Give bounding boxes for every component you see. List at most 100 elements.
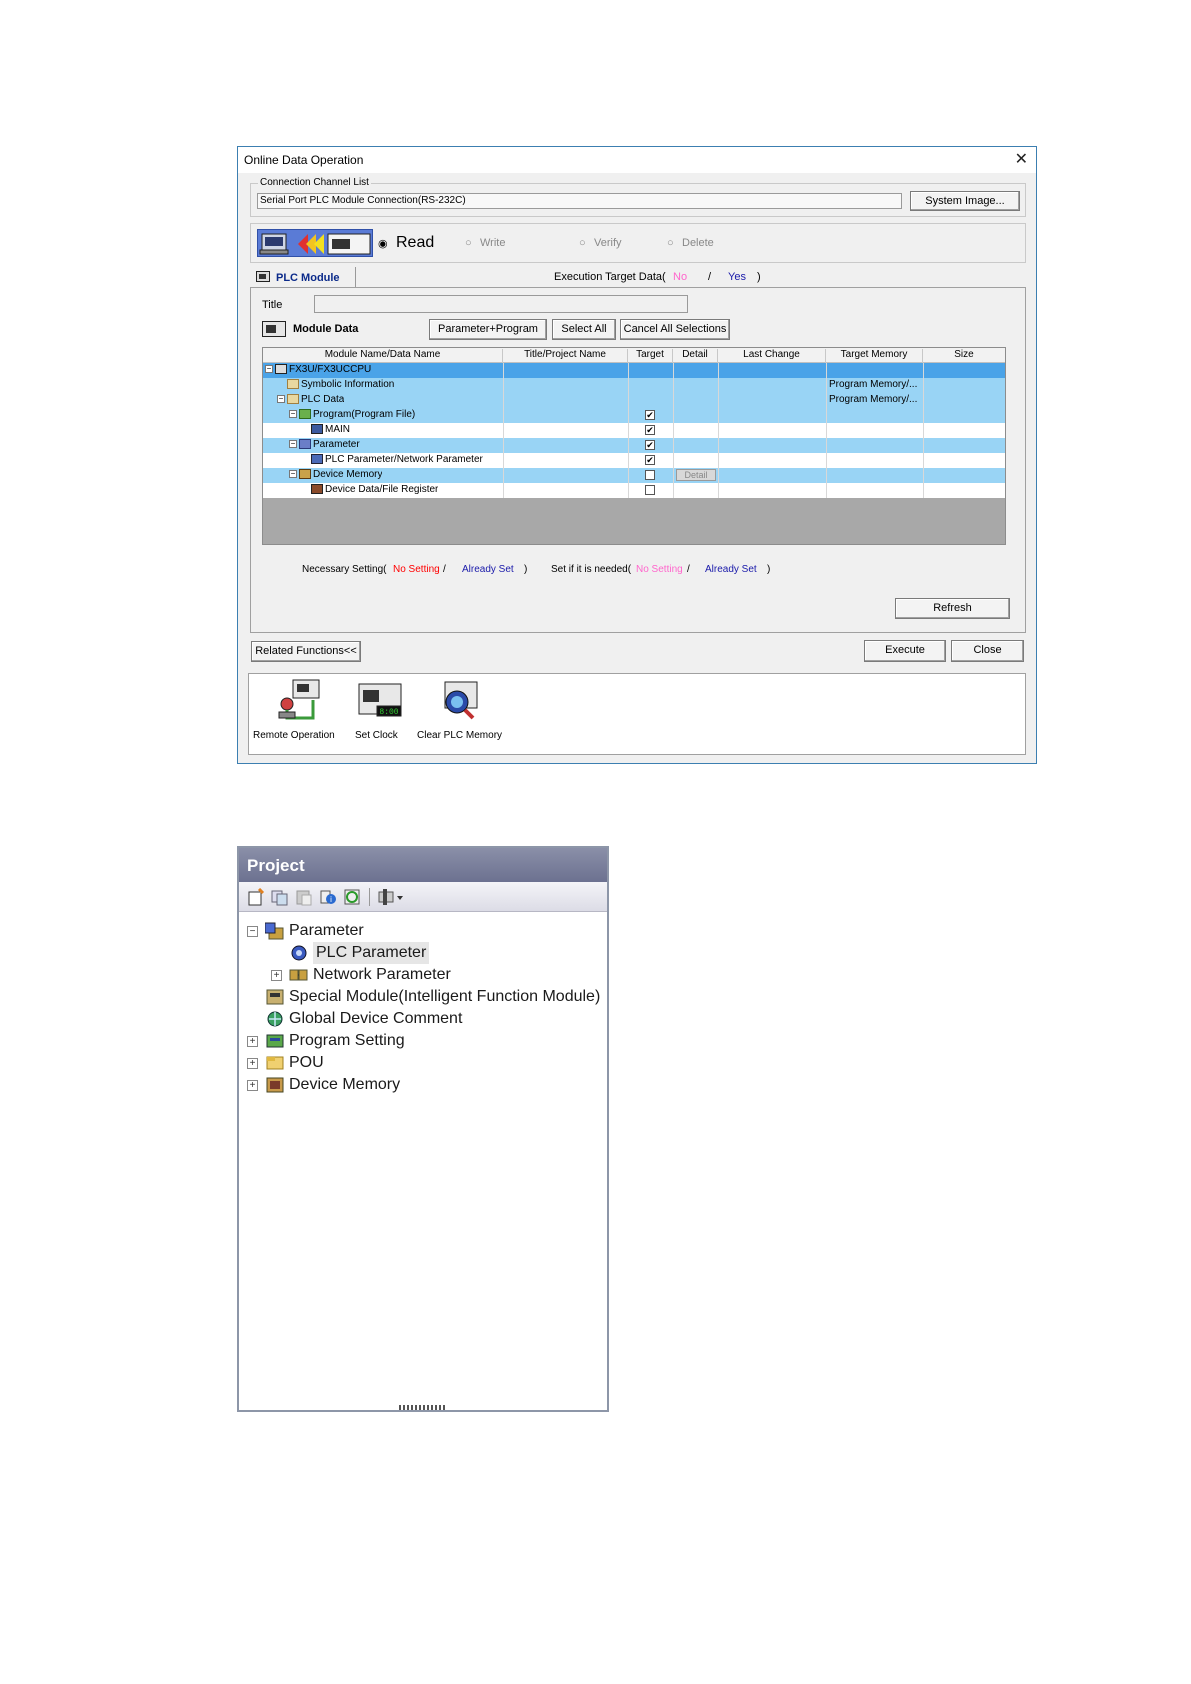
online-data-operation-dialog: Online Data Operation ✕ Connection Chann… — [237, 146, 1037, 764]
table-row[interactable]: Symbolic Information Program Memory/... — [263, 378, 1005, 393]
row-name: PLC Parameter/Network Parameter — [325, 454, 483, 465]
table-header: Module Name/Data Name Title/Project Name… — [263, 348, 1005, 363]
ifneeded-already-set: Already Set — [705, 564, 757, 575]
pou-icon — [266, 1056, 284, 1070]
read-radio[interactable]: ◉ — [378, 237, 388, 250]
read-label: Read — [396, 234, 435, 251]
network-parameter-expander[interactable]: + — [271, 970, 282, 981]
plc-parameter-icon — [291, 945, 307, 961]
target-checkbox[interactable]: ✔ — [645, 455, 655, 465]
table-row[interactable]: MAIN ✔ — [263, 423, 1005, 438]
tree-plc-parameter[interactable]: PLC Parameter — [313, 942, 430, 964]
device-memory-expander[interactable]: + — [247, 1080, 258, 1091]
refresh-button[interactable]: Refresh — [895, 598, 1010, 619]
table-row[interactable]: Device Data/File Register — [263, 483, 1005, 498]
system-image-button[interactable]: System Image... — [910, 191, 1020, 211]
row-memory: Program Memory/... — [829, 379, 918, 390]
execute-button[interactable]: Execute — [864, 640, 946, 662]
paste-icon[interactable] — [295, 888, 313, 906]
remote-operation-item[interactable]: Remote Operation — [253, 678, 337, 744]
table-row[interactable]: − FX3U/FX3UCCPU — [263, 363, 1005, 378]
row-name: FX3U/FX3UCCPU — [289, 364, 372, 375]
clock-display: 8:00 — [379, 708, 398, 717]
title-field[interactable] — [314, 295, 688, 313]
tree-special-module[interactable]: Special Module(Intelligent Function Modu… — [289, 986, 600, 1008]
verify-radio[interactable]: ○ — [579, 237, 586, 249]
necessary-already-set: Already Set — [462, 564, 514, 575]
tree-network-parameter[interactable]: Network Parameter — [313, 964, 451, 986]
project-view-dropdown-icon[interactable] — [377, 888, 407, 906]
set-clock-item[interactable]: 8:00 Set Clock — [349, 678, 409, 744]
target-checkbox[interactable] — [645, 485, 655, 495]
table-row[interactable]: PLC Parameter/Network Parameter ✔ — [263, 453, 1005, 468]
execution-no: No — [673, 271, 688, 283]
symbolic-info-icon — [287, 379, 299, 390]
clear-plc-memory-item[interactable]: Clear PLC Memory — [415, 678, 505, 744]
tree-program-setting[interactable]: Program Setting — [289, 1030, 405, 1052]
row-name: Symbolic Information — [301, 379, 395, 390]
execution-close: ) — [757, 271, 761, 283]
parameter-expander[interactable]: − — [247, 926, 258, 937]
collapse-icon[interactable]: − — [289, 410, 297, 419]
collapse-icon[interactable]: − — [277, 395, 285, 404]
table-row[interactable]: − Device Memory Detail — [263, 468, 1005, 483]
connection-group-label: Connection Channel List — [258, 177, 371, 188]
toolbar-separator — [369, 888, 370, 906]
connection-channel-field[interactable]: Serial Port PLC Module Connection(RS-232… — [257, 193, 902, 209]
pou-expander[interactable]: + — [247, 1058, 258, 1069]
col-target: Target — [628, 349, 673, 363]
ifneeded-no-setting: No Setting — [636, 564, 683, 575]
delete-radio[interactable]: ○ — [667, 237, 674, 249]
col-divider — [673, 363, 674, 498]
col-divider — [718, 363, 719, 498]
copy-icon[interactable] — [271, 888, 289, 906]
program-icon — [311, 424, 323, 435]
module-data-label: Module Data — [293, 323, 359, 335]
refresh-icon[interactable] — [343, 888, 361, 906]
collapse-icon[interactable]: − — [265, 365, 273, 374]
device-data-icon — [311, 484, 323, 495]
collapse-icon[interactable]: − — [289, 440, 297, 449]
dialog-title: Online Data Operation — [244, 153, 364, 167]
parameter-program-button[interactable]: Parameter+Program — [429, 319, 547, 340]
set-clock-icon: 8:00 — [358, 683, 402, 717]
plc-data-icon — [287, 394, 299, 405]
target-checkbox[interactable] — [645, 470, 655, 480]
collapse-icon[interactable]: − — [289, 470, 297, 479]
table-row[interactable]: − PLC Data Program Memory/... — [263, 393, 1005, 408]
necessary-setting-label: Necessary Setting( — [302, 564, 387, 575]
write-radio[interactable]: ○ — [465, 237, 472, 249]
program-setting-expander[interactable]: + — [247, 1036, 258, 1047]
table-row[interactable]: − Parameter ✔ — [263, 438, 1005, 453]
target-checkbox[interactable]: ✔ — [645, 425, 655, 435]
necessary-close: ) — [524, 564, 528, 575]
select-all-button[interactable]: Select All — [552, 319, 616, 340]
resize-grip[interactable] — [399, 1405, 447, 1410]
cancel-all-selections-button[interactable]: Cancel All Selections — [620, 319, 730, 340]
target-checkbox[interactable]: ✔ — [645, 440, 655, 450]
remote-operation-icon — [278, 679, 320, 720]
target-checkbox[interactable]: ✔ — [645, 410, 655, 420]
tab-plc-module[interactable]: PLC Module — [250, 267, 356, 289]
ifneeded-sep: / — [687, 564, 690, 575]
tree-device-memory[interactable]: Device Memory — [289, 1074, 400, 1096]
network-parameter-icon — [289, 969, 308, 981]
property-icon[interactable]: i — [319, 888, 337, 906]
close-button[interactable]: Close — [951, 640, 1024, 662]
clear-plc-memory-icon — [444, 681, 478, 720]
col-module-name: Module Name/Data Name — [263, 349, 503, 363]
related-functions-button[interactable]: Related Functions<< — [251, 641, 361, 662]
connection-value: Serial Port PLC Module Connection(RS-232… — [260, 195, 466, 206]
close-icon[interactable]: ✕ — [1015, 149, 1028, 169]
detail-button[interactable]: Detail — [676, 469, 716, 481]
ifneeded-label: Set if it is needed( — [551, 564, 632, 575]
tree-pou[interactable]: POU — [289, 1052, 324, 1074]
table-row[interactable]: − Program(Program File) ✔ — [263, 408, 1005, 423]
tree-global-device-comment[interactable]: Global Device Comment — [289, 1008, 462, 1030]
special-module-icon — [266, 989, 284, 1005]
read-direction-icon — [257, 229, 373, 257]
new-data-icon[interactable] — [247, 888, 265, 906]
necessary-sep: / — [443, 564, 446, 575]
tree-parameter[interactable]: Parameter — [289, 920, 364, 942]
program-file-icon — [299, 409, 311, 420]
